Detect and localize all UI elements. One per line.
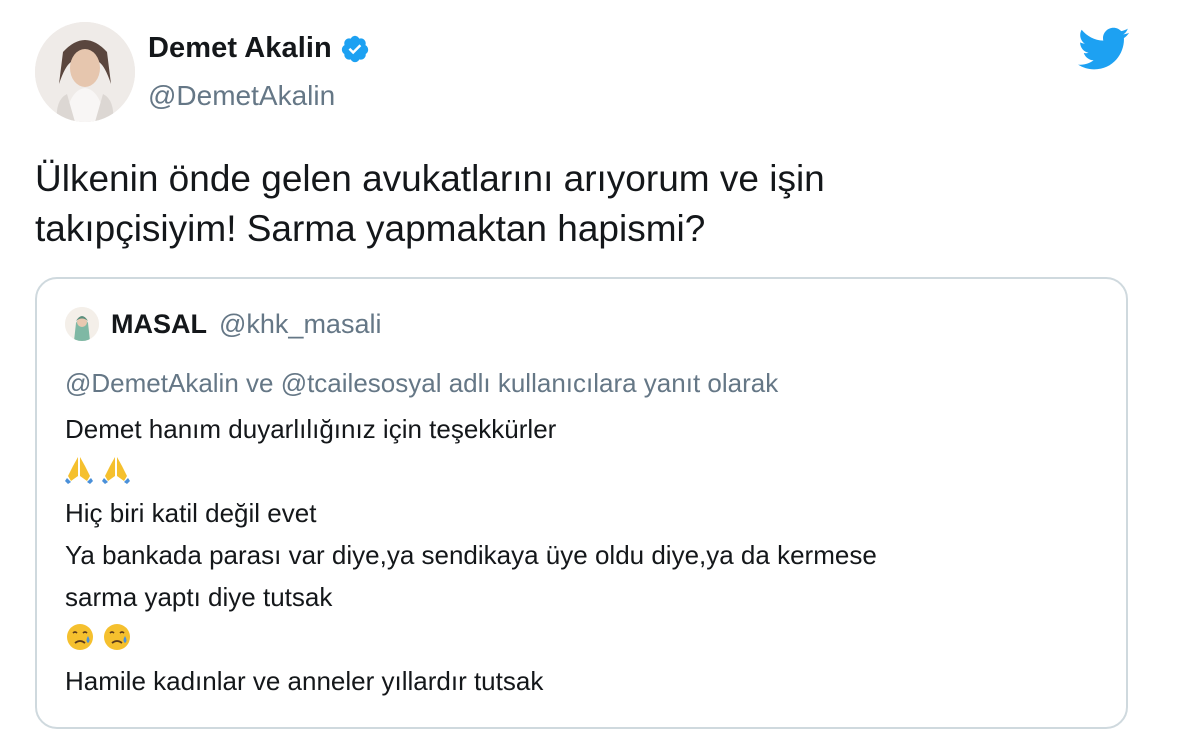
- quoted-tweet-body: @DemetAkalin ve @tcailesosyal adlı kulla…: [65, 362, 1105, 702]
- sad-relieved-face-emoji: [65, 622, 93, 652]
- folded-hands-emoji: [102, 454, 131, 484]
- folded-hands-emoji: [65, 454, 93, 484]
- verified-badge-icon: [340, 34, 370, 64]
- quoted-author-name[interactable]: MASAL: [111, 309, 207, 340]
- tweet-text-line: Ülkenin önde gelen avukatlarını arıyorum…: [35, 158, 825, 199]
- tweet-text-line: takıpçisiyim! Sarma yapmaktan hapismi?: [35, 208, 706, 249]
- quoted-text-line: Ya bankada parası var diye,ya sendikaya …: [65, 540, 877, 570]
- author-handle[interactable]: @DemetAkalin: [148, 80, 335, 112]
- quoted-text-line: Hamile kadınlar ve anneler yıllardır tut…: [65, 666, 544, 696]
- emoji-row: [65, 618, 1105, 660]
- quoted-text-line: sarma yaptı diye tutsak: [65, 582, 333, 612]
- author-name-text[interactable]: Demet Akalin: [148, 32, 332, 65]
- sad-relieved-face-emoji: [102, 622, 131, 652]
- twitter-bird-icon[interactable]: [1078, 26, 1130, 70]
- author-display-name[interactable]: Demet Akalin: [148, 32, 370, 65]
- author-avatar[interactable]: [35, 22, 135, 122]
- quoted-tweet-header: MASAL @khk_masali: [65, 307, 381, 341]
- quoted-tweet-card[interactable]: MASAL @khk_masali @DemetAkalin ve @tcail…: [35, 277, 1128, 729]
- quoted-text-line: Demet hanım duyarlılığınız için teşekkür…: [65, 414, 557, 444]
- emoji-row: [65, 450, 1105, 492]
- tweet-card: Demet Akalin @DemetAkalin Ülkenin önde g…: [0, 0, 1200, 742]
- quoted-author-avatar[interactable]: [65, 307, 99, 341]
- tweet-text: Ülkenin önde gelen avukatlarını arıyorum…: [35, 154, 1135, 254]
- quoted-text-line: Hiç biri katil değil evet: [65, 498, 317, 528]
- reply-context[interactable]: @DemetAkalin ve @tcailesosyal adlı kulla…: [65, 362, 1105, 404]
- quoted-author-handle[interactable]: @khk_masali: [219, 309, 381, 340]
